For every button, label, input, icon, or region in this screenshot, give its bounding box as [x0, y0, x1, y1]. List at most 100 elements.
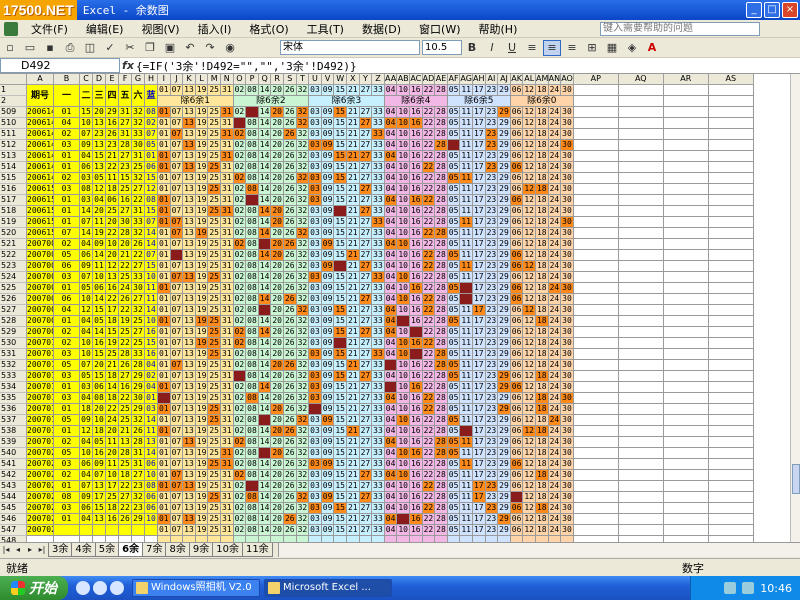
column-header[interactable]: AO — [561, 74, 574, 85]
grid-cell[interactable]: 30 — [561, 129, 574, 140]
grid-cell[interactable]: 06 — [510, 470, 524, 481]
grid-cell[interactable]: 05 — [447, 404, 461, 415]
grid-cell[interactable]: 18 — [536, 294, 549, 305]
grid-cell[interactable]: 13 — [183, 404, 196, 415]
empty-cell[interactable] — [663, 228, 709, 239]
data-cell[interactable]: 02 — [54, 239, 80, 250]
grid-cell[interactable]: 23 — [485, 228, 499, 239]
grid-cell[interactable] — [233, 371, 247, 382]
data-cell[interactable] — [93, 525, 106, 536]
column-header[interactable]: O — [233, 74, 247, 85]
grid-cell[interactable]: 32 — [296, 294, 310, 305]
grid-cell[interactable]: 14 — [258, 129, 272, 140]
grid-cell[interactable]: 02 — [233, 382, 247, 393]
empty-cell[interactable] — [708, 217, 754, 228]
grid-cell[interactable]: 33 — [372, 129, 385, 140]
start-button[interactable]: 开始 — [0, 576, 68, 600]
grid-cell[interactable]: 12 — [523, 261, 536, 272]
grid-cell[interactable]: 12 — [523, 151, 536, 162]
number-header[interactable]: 16 — [410, 85, 423, 96]
empty-cell[interactable] — [573, 459, 619, 470]
empty-cell[interactable] — [708, 404, 754, 415]
grid-cell[interactable]: 26 — [284, 437, 297, 448]
grid-cell[interactable]: 09 — [321, 415, 335, 426]
grid-cell[interactable]: 18 — [536, 129, 549, 140]
grid-cell[interactable]: 20 — [271, 415, 284, 426]
grid-cell[interactable]: 29 — [498, 184, 511, 195]
task-camera[interactable]: Windows照相机 V2.0 — [132, 579, 260, 597]
grid-cell[interactable]: 06 — [510, 228, 524, 239]
font-color-icon[interactable]: A — [643, 40, 661, 56]
grid-cell[interactable]: 28 — [435, 470, 448, 481]
data-cell[interactable]: 2007004 — [27, 272, 54, 283]
grid-cell[interactable]: 23 — [485, 404, 499, 415]
grid-cell[interactable]: 14 — [258, 393, 272, 404]
data-cell[interactable]: 14 — [93, 250, 106, 261]
grid-cell[interactable]: 30 — [561, 360, 574, 371]
grid-cell[interactable]: 20 — [271, 129, 284, 140]
font-name-select[interactable]: 宋体 — [280, 40, 420, 55]
grid-cell[interactable]: 13 — [183, 294, 196, 305]
data-cell[interactable]: 22 — [106, 162, 119, 173]
grid-cell[interactable]: 28 — [435, 140, 448, 151]
grid-cell[interactable]: 24 — [548, 481, 562, 492]
grid-cell[interactable]: 29 — [498, 239, 511, 250]
grid-cell[interactable]: 07 — [170, 162, 184, 173]
data-cell[interactable]: 2007018 — [27, 426, 54, 437]
grid-cell[interactable]: 04 — [384, 327, 398, 338]
grid-cell[interactable]: 19 — [195, 327, 209, 338]
grid-cell[interactable]: 30 — [561, 448, 574, 459]
grid-cell[interactable]: 11 — [460, 261, 473, 272]
grid-cell[interactable]: 19 — [195, 217, 209, 228]
data-cell[interactable]: 14 — [145, 228, 158, 239]
grid-cell[interactable]: 30 — [561, 492, 574, 503]
last-sheet-icon[interactable]: ▸| — [36, 543, 48, 557]
grid-cell[interactable]: 28 — [435, 283, 448, 294]
grid-cell[interactable]: 11 — [460, 514, 473, 525]
grid-cell[interactable]: 09 — [321, 437, 335, 448]
data-cell[interactable]: 33 — [132, 272, 145, 283]
row-header[interactable]: 2 — [0, 96, 27, 107]
underline-button[interactable]: U — [503, 40, 521, 56]
grid-cell[interactable]: 13 — [183, 360, 196, 371]
grid-cell[interactable]: 24 — [548, 371, 562, 382]
grid-cell[interactable]: 18 — [536, 118, 549, 129]
grid-cell[interactable]: 10 — [397, 294, 410, 305]
task-excel[interactable]: Microsoft Excel ... — [264, 579, 392, 597]
grid-cell[interactable]: 03 — [309, 382, 322, 393]
data-cell[interactable]: 13 — [93, 481, 106, 492]
network-icon[interactable] — [724, 582, 737, 594]
grid-cell[interactable]: 28 — [435, 294, 448, 305]
grid-cell[interactable]: 18 — [536, 250, 549, 261]
grid-cell[interactable]: 13 — [183, 492, 196, 503]
group-header[interactable]: 除6余5 — [447, 96, 511, 107]
grid-cell[interactable]: 15 — [334, 481, 347, 492]
data-cell[interactable]: 25 — [132, 316, 145, 327]
grid-cell[interactable]: 07 — [170, 305, 184, 316]
grid-cell[interactable]: 17 — [473, 360, 486, 371]
grid-cell[interactable]: 27 — [359, 327, 373, 338]
grid-cell[interactable]: 20 — [271, 360, 284, 371]
grid-cell[interactable]: 07 — [170, 338, 184, 349]
grid-cell[interactable]: 05 — [447, 184, 461, 195]
data-cell[interactable]: 2007011 — [27, 349, 54, 360]
grid-cell[interactable]: 14 — [258, 217, 272, 228]
grid-cell[interactable]: 24 — [548, 195, 562, 206]
data-cell[interactable]: 03 — [54, 371, 80, 382]
data-cell[interactable]: 07 — [80, 217, 93, 228]
empty-cell[interactable] — [663, 294, 709, 305]
grid-cell[interactable]: 25 — [208, 492, 221, 503]
grid-cell[interactable]: 27 — [359, 206, 373, 217]
data-cell[interactable]: 07 — [93, 470, 106, 481]
grid-cell[interactable]: 01 — [158, 360, 171, 371]
data-cell[interactable]: 2007012 — [27, 360, 54, 371]
grid-cell[interactable]: 01 — [158, 415, 171, 426]
grid-cell[interactable]: 09 — [321, 217, 335, 228]
grid-cell[interactable]: 05 — [447, 492, 461, 503]
grid-cell[interactable]: 04 — [384, 283, 398, 294]
grid-cell[interactable]: 21 — [347, 206, 360, 217]
empty-cell[interactable] — [618, 503, 664, 514]
grid-cell[interactable]: 32 — [296, 228, 310, 239]
help-question-input[interactable]: 键入需要帮助的问题 — [600, 22, 760, 36]
empty-cell[interactable] — [573, 360, 619, 371]
